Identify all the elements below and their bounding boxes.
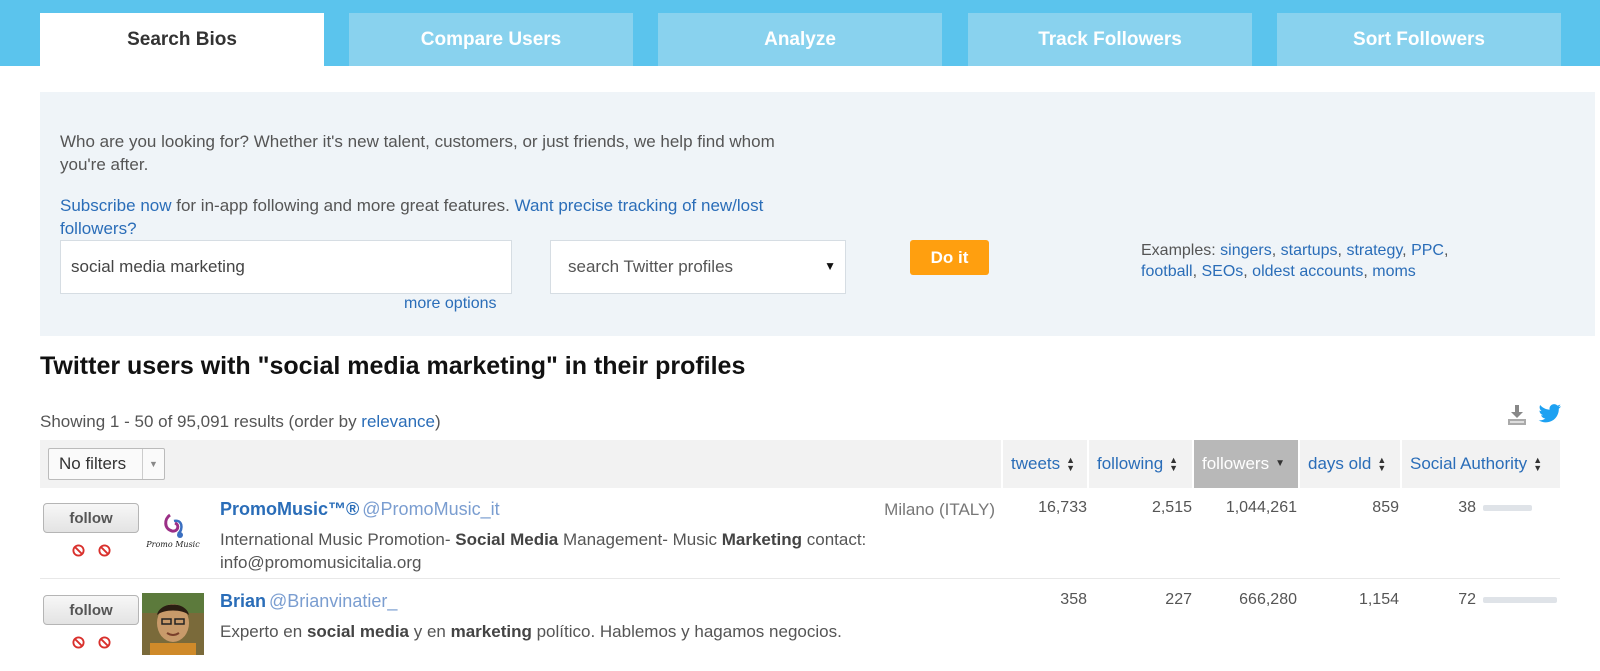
tweets-count: 16,733: [1038, 499, 1087, 516]
sort-icon: ▲ ▼: [1169, 455, 1179, 473]
user-name-link[interactable]: Brian: [220, 591, 266, 611]
results-title: Twitter users with "social media marketi…: [40, 352, 746, 380]
social-authority-score: 38: [1458, 499, 1476, 516]
column-tweets[interactable]: tweets ▲ ▼: [1001, 440, 1087, 488]
mute-icon[interactable]: [98, 544, 111, 557]
column-label: tweets: [1011, 454, 1061, 473]
search-panel: Who are you looking for? Whether it's ne…: [40, 92, 1595, 336]
column-following[interactable]: following ▲ ▼: [1087, 440, 1193, 488]
sort-icon: ▲ ▼: [1533, 455, 1543, 473]
user-handle[interactable]: @Brianvinatier_: [269, 591, 397, 611]
results-count-text: Showing 1 - 50 of 95,091 results (order …: [40, 412, 362, 431]
table-row: follow Brian @Brianvinatier_ Experto en s…: [40, 580, 1560, 671]
promo-text: Subscribe now for in-app following and m…: [60, 194, 830, 240]
example-link[interactable]: strategy: [1346, 242, 1402, 259]
results-table-header: No filters ▼ tweets ▲ ▼ following ▲ ▼ foll…: [40, 440, 1560, 488]
search-input[interactable]: [60, 240, 512, 294]
days-old-count: 859: [1372, 499, 1399, 516]
tab-compare-users[interactable]: Compare Users: [349, 13, 633, 66]
search-type-select[interactable]: search Twitter profiles ▼: [550, 240, 846, 294]
sort-icon: ▲ ▼: [1066, 455, 1076, 473]
user-handle[interactable]: @PromoMusic_it: [362, 499, 499, 519]
following-count: 2,515: [1151, 499, 1192, 516]
order-by-link[interactable]: relevance: [361, 412, 435, 431]
filter-select[interactable]: No filters ▼: [48, 448, 165, 480]
tab-sort-followers[interactable]: Sort Followers: [1277, 13, 1561, 66]
table-row: follow Promo Music PromoMusic™® @PromoMus…: [40, 488, 1560, 579]
example-link[interactable]: oldest accounts: [1252, 263, 1363, 280]
filter-value: No filters: [59, 454, 127, 473]
user-line: Brian @Brianvinatier_: [220, 591, 397, 612]
tab-track-followers[interactable]: Track Followers: [968, 13, 1252, 66]
column-label: followers: [1202, 454, 1270, 473]
example-link[interactable]: moms: [1372, 263, 1416, 280]
user-bio: International Music Promotion- Social Me…: [220, 530, 867, 572]
column-label: days old: [1308, 454, 1372, 473]
following-count: 227: [1165, 591, 1192, 608]
example-link[interactable]: PPC: [1411, 242, 1444, 259]
user-bio: Experto en social media y en marketing p…: [220, 622, 842, 641]
twitter-icon[interactable]: [1538, 404, 1562, 424]
intro-text: Who are you looking for? Whether it's ne…: [60, 132, 775, 174]
subscribe-link[interactable]: Subscribe now: [60, 196, 172, 215]
tweets-count: 358: [1060, 591, 1087, 608]
column-label: Social Authority: [1410, 454, 1528, 473]
subscribe-description: for in-app following and more great feat…: [171, 196, 515, 215]
followers-count: 666,280: [1239, 591, 1297, 608]
sort-desc-icon: ▼: [1275, 458, 1285, 469]
block-icon[interactable]: [72, 544, 85, 557]
example-link[interactable]: SEOs: [1201, 263, 1243, 280]
profile-photo-avatar[interactable]: [142, 593, 204, 655]
follow-button[interactable]: follow: [43, 503, 139, 533]
results-count-suffix: ): [435, 412, 441, 431]
search-type-value: search Twitter profiles: [568, 257, 734, 276]
example-link[interactable]: singers: [1220, 242, 1272, 259]
example-link[interactable]: football: [1141, 263, 1193, 280]
column-social-authority[interactable]: Social Authority ▲ ▼: [1400, 440, 1560, 488]
examples-list: Examples: singers, startups, strategy, P…: [1141, 242, 1449, 280]
caret-down-icon: ▼: [824, 259, 836, 273]
top-navigation: Search Bios Compare Users Analyze Track …: [0, 0, 1600, 66]
user-line: PromoMusic™® @PromoMusic_it: [220, 499, 500, 520]
column-days-old[interactable]: days old ▲ ▼: [1298, 440, 1400, 488]
days-old-count: 1,154: [1358, 591, 1399, 608]
user-name-link[interactable]: PromoMusic™®: [220, 499, 359, 519]
promomusic-logo-avatar[interactable]: Promo Music: [142, 501, 204, 563]
mute-icon[interactable]: [98, 636, 111, 649]
tab-search-bios[interactable]: Search Bios: [40, 13, 324, 66]
column-followers[interactable]: followers ▼: [1192, 440, 1298, 488]
more-options-link[interactable]: more options: [404, 295, 497, 313]
examples-label: Examples:: [1141, 242, 1216, 259]
followers-count: 1,044,261: [1225, 499, 1297, 516]
social-authority-bar: [1483, 597, 1557, 603]
sort-icon: ▲ ▼: [1377, 455, 1387, 473]
results-count: Showing 1 - 50 of 95,091 results (order …: [40, 412, 441, 432]
tab-analyze[interactable]: Analyze: [658, 13, 942, 66]
block-icon[interactable]: [72, 636, 85, 649]
caret-down-icon: ▼: [142, 449, 164, 479]
svg-text:Promo Music: Promo Music: [145, 540, 200, 549]
do-it-button[interactable]: Do it: [910, 240, 989, 275]
social-authority-score: 72: [1458, 591, 1476, 608]
column-label: following: [1097, 454, 1164, 473]
download-icon[interactable]: [1507, 404, 1527, 426]
user-location: Milano (ITALY): [884, 500, 995, 519]
example-link[interactable]: startups: [1281, 242, 1338, 259]
social-authority-bar: [1483, 505, 1532, 511]
follow-button[interactable]: follow: [43, 595, 139, 625]
